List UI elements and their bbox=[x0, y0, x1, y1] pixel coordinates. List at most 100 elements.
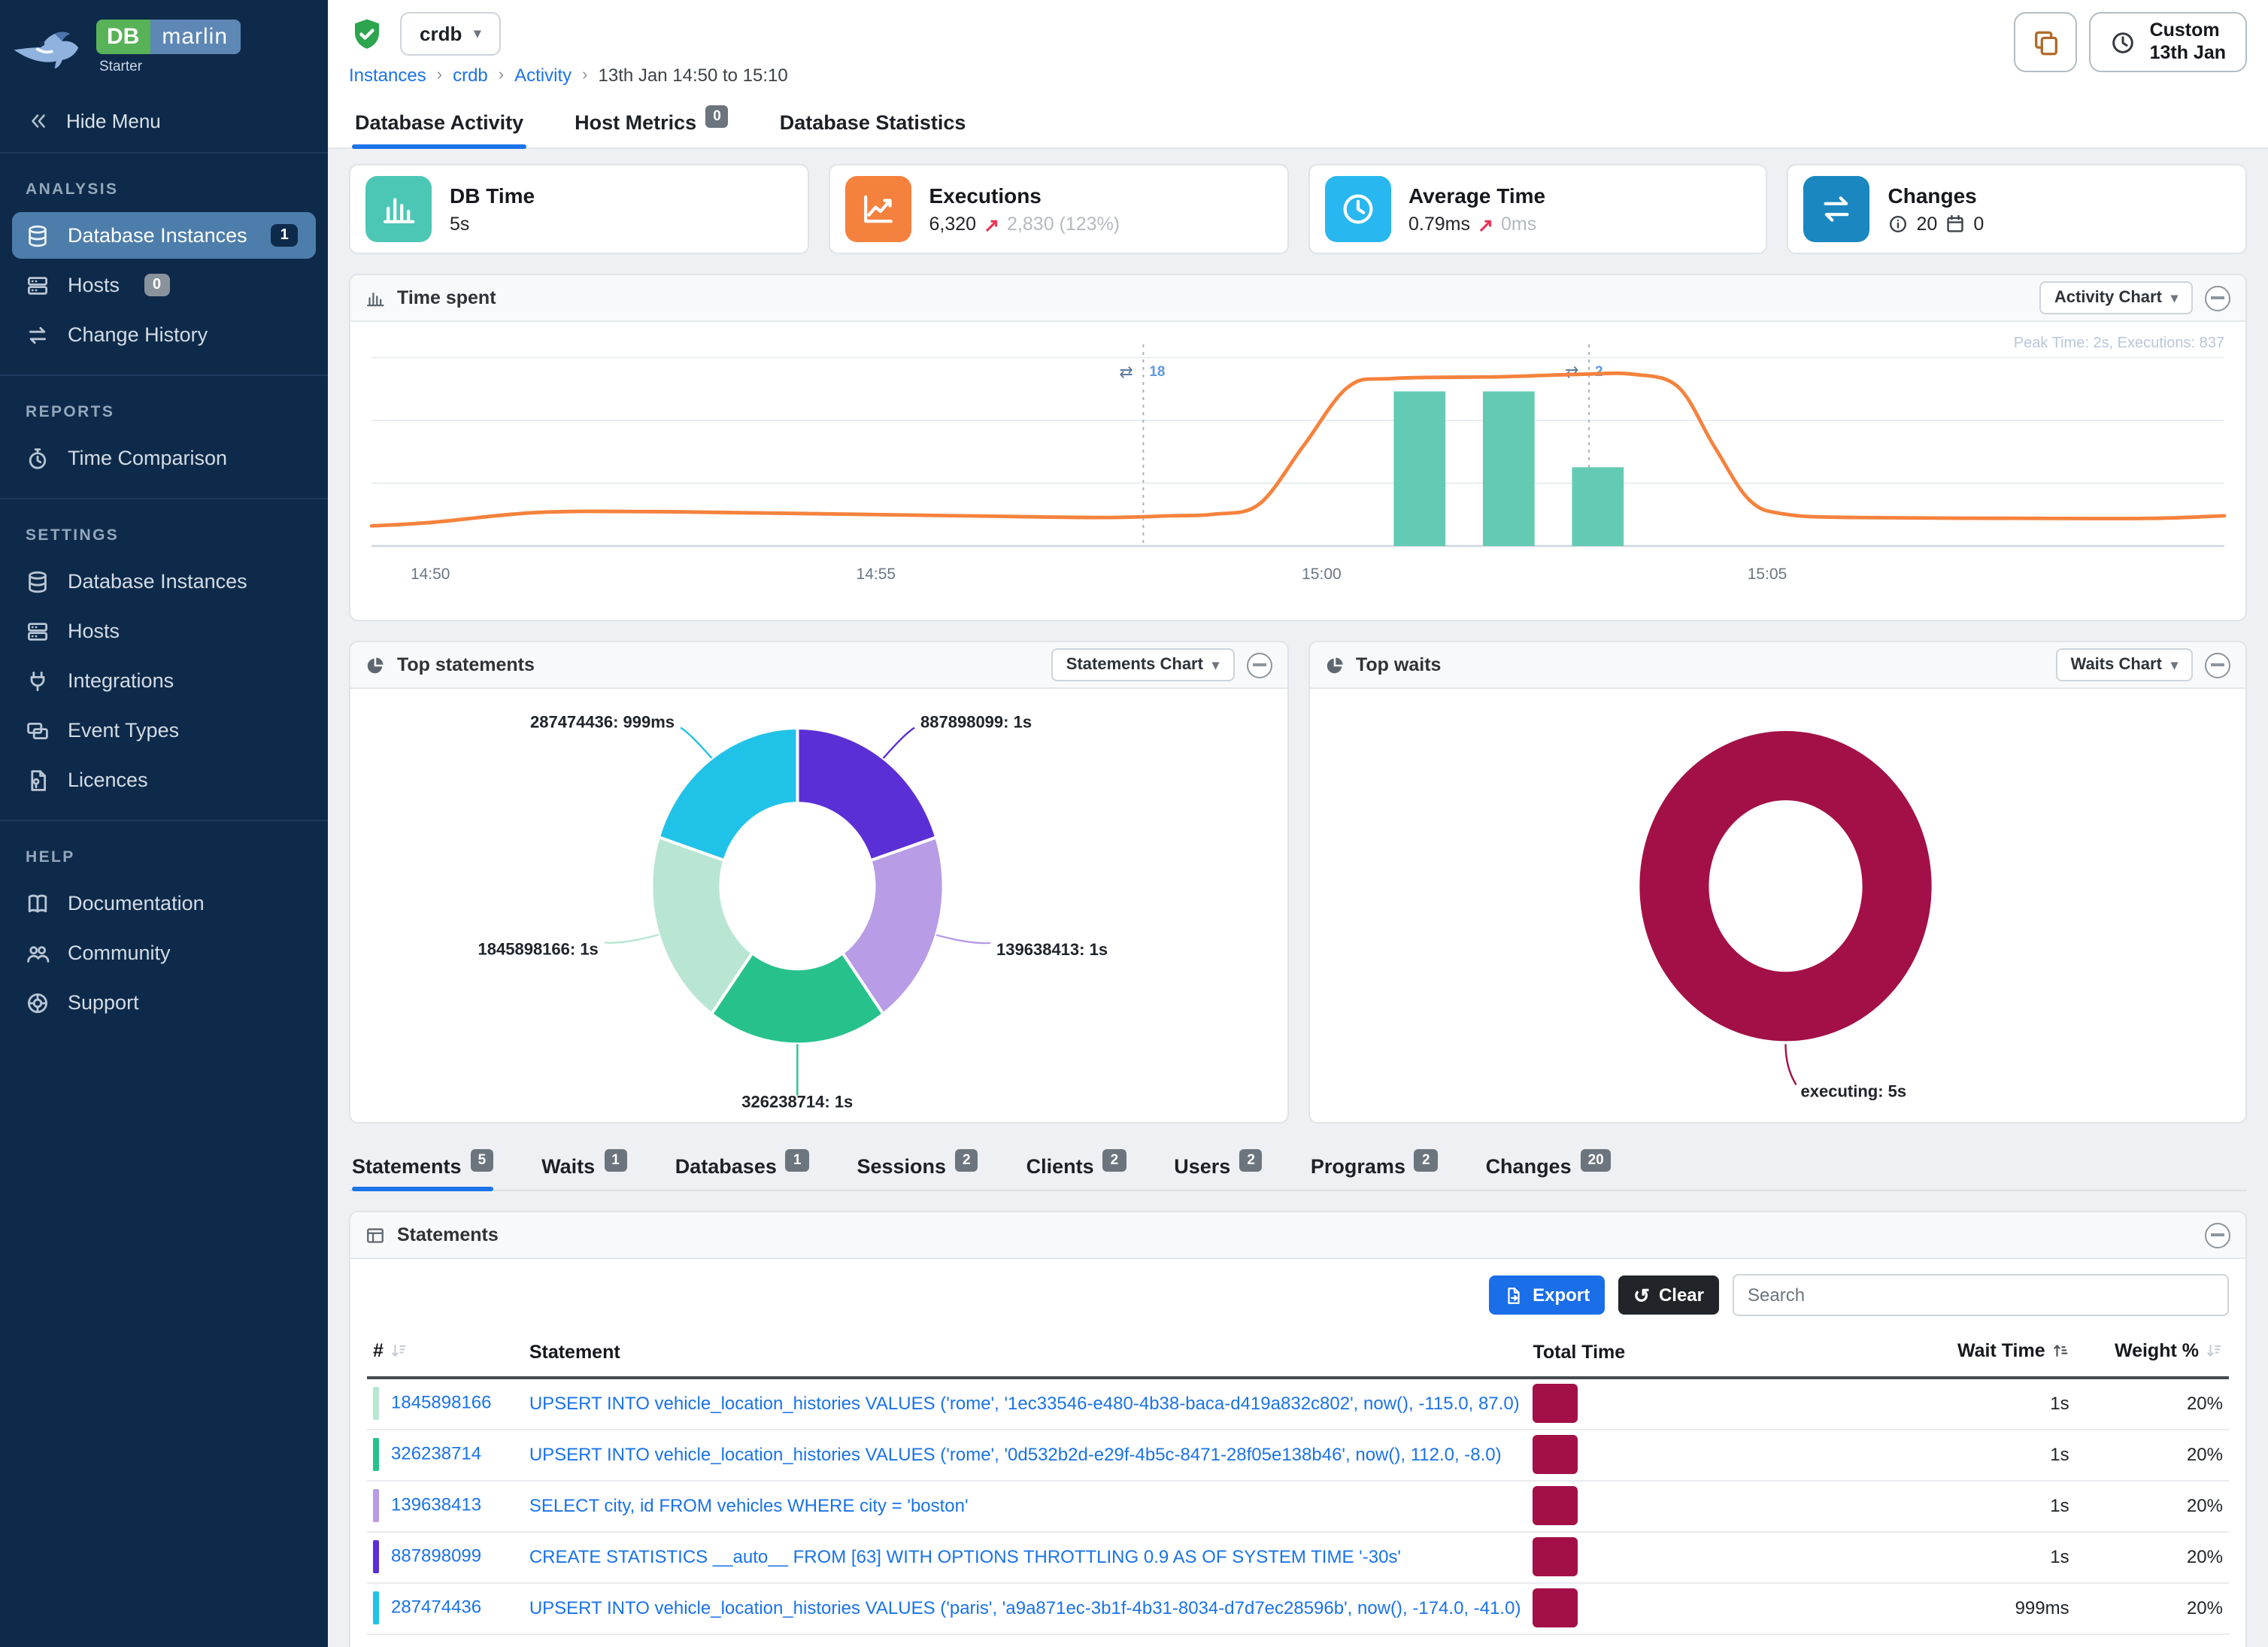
wait-time-value: 1s bbox=[1832, 1531, 2075, 1582]
statement-id-link[interactable]: 1845898166 bbox=[391, 1392, 492, 1413]
donut-label: 287474436: 999ms bbox=[530, 713, 675, 732]
statement-id-link[interactable]: 287474436 bbox=[391, 1596, 481, 1617]
server-icon bbox=[26, 273, 50, 297]
sidebar-item-licences[interactable]: Licences bbox=[12, 757, 316, 803]
panel-title: Statements bbox=[397, 1224, 499, 1245]
app-root: DB marlin Starter Hide Menu ANALYSISData… bbox=[0, 0, 2268, 1647]
donut-slice-887898099[interactable] bbox=[797, 728, 936, 860]
sidebar-item-integrations[interactable]: Integrations bbox=[12, 657, 316, 704]
sidebar-item-documentation[interactable]: Documentation bbox=[12, 880, 316, 927]
statement-id-link[interactable]: 139638413 bbox=[391, 1494, 481, 1515]
exchange-icon: ⇄ bbox=[1565, 362, 1578, 381]
instance-selector[interactable]: crdb ▾ bbox=[400, 12, 500, 56]
bar-chart-icon bbox=[365, 176, 432, 242]
tab-database-statistics[interactable]: Database Statistics bbox=[777, 96, 969, 147]
sidebar-item-community[interactable]: Community bbox=[12, 930, 316, 976]
breadcrumb-link-crdb[interactable]: crdb bbox=[453, 65, 488, 86]
executions-bar[interactable] bbox=[1483, 391, 1535, 546]
sidebar-item-time-comparison[interactable]: Time Comparison bbox=[12, 435, 316, 481]
server-icon bbox=[26, 619, 50, 643]
calendar-icon bbox=[1945, 214, 1966, 235]
collapse-panel-button[interactable] bbox=[2205, 1222, 2230, 1248]
hide-menu-button[interactable]: Hide Menu bbox=[0, 89, 328, 153]
metric-value: 0.79ms bbox=[1408, 214, 1470, 235]
bar-chart-icon bbox=[365, 288, 385, 308]
sidebar-item-hosts[interactable]: Hosts0 bbox=[12, 262, 316, 308]
detail-tab-waits[interactable]: Waits1 bbox=[541, 1146, 627, 1190]
total-time-bar bbox=[1533, 1385, 1578, 1424]
screens-icon bbox=[26, 718, 50, 742]
waits-chart-select[interactable]: Waits Chart ▾ bbox=[2056, 648, 2194, 681]
statement-text-link[interactable]: CREATE STATISTICS __auto__ FROM [63] WIT… bbox=[529, 1546, 1401, 1567]
detail-tab-users[interactable]: Users2 bbox=[1174, 1146, 1263, 1190]
sidebar-item-database-instances[interactable]: Database Instances1 bbox=[12, 212, 316, 259]
time-range-mode: Custom bbox=[2150, 20, 2220, 41]
wait-time-value: 1s bbox=[1832, 1378, 2075, 1429]
license-icon bbox=[26, 768, 50, 792]
caret-down-icon: ▾ bbox=[1212, 657, 1219, 673]
executions-bar[interactable] bbox=[1393, 391, 1445, 546]
collapse-panel-button[interactable] bbox=[2205, 652, 2230, 678]
count-badge: 2 bbox=[1239, 1149, 1263, 1172]
tab-host-metrics[interactable]: Host Metrics0 bbox=[572, 96, 732, 147]
book-icon bbox=[26, 891, 50, 915]
wait-time-value: 999ms bbox=[1832, 1582, 2075, 1633]
time-range-button[interactable]: Custom 13th Jan bbox=[2090, 12, 2247, 72]
statement-text-link[interactable]: UPSERT INTO vehicle_location_histories V… bbox=[529, 1394, 1520, 1415]
statement-id-link[interactable]: 326238714 bbox=[391, 1442, 481, 1463]
breadcrumb-separator: › bbox=[426, 66, 453, 84]
sidebar-section-reports: REPORTSTime Comparison bbox=[0, 375, 328, 498]
statement-id-link[interactable]: 887898099 bbox=[391, 1545, 481, 1566]
clear-button[interactable]: ↺ Clear bbox=[1618, 1275, 1719, 1315]
count-badge: 0 bbox=[144, 274, 170, 296]
column-header-weight[interactable]: Weight % bbox=[2075, 1331, 2229, 1378]
peak-note: Peak Time: 2s, Executions: 837 bbox=[2014, 335, 2224, 351]
detail-tab-programs[interactable]: Programs2 bbox=[1311, 1146, 1438, 1190]
metric-title: Average Time bbox=[1408, 183, 1545, 207]
statement-color-chip bbox=[373, 1438, 379, 1471]
count-badge: 5 bbox=[471, 1149, 494, 1172]
sidebar-item-change-history[interactable]: Change History bbox=[12, 311, 316, 358]
column-header-[interactable]: # bbox=[367, 1331, 523, 1378]
exchange-icon bbox=[1819, 191, 1855, 227]
breadcrumb: Instances›crdb›Activity›13th Jan 14:50 t… bbox=[349, 65, 2247, 86]
time-spent-chart-svg: ⇄18⇄2Peak Time: 2s, Executions: 83714:50… bbox=[362, 326, 2233, 612]
sidebar-item-database-instances[interactable]: Database Instances bbox=[12, 558, 316, 605]
statements-chart-select[interactable]: Statements Chart ▾ bbox=[1051, 648, 1234, 681]
copy-time-range-button[interactable] bbox=[2015, 12, 2078, 72]
collapse-panel-button[interactable] bbox=[1246, 652, 1272, 678]
sidebar-item-support[interactable]: Support bbox=[12, 979, 316, 1026]
total-time-bar bbox=[1533, 1486, 1578, 1525]
detail-tab-databases[interactable]: Databases1 bbox=[675, 1146, 809, 1190]
breadcrumb-separator: › bbox=[488, 66, 514, 84]
detail-tab-sessions[interactable]: Sessions2 bbox=[857, 1146, 978, 1190]
panel-title: Time spent bbox=[397, 287, 496, 308]
undo-icon: ↺ bbox=[1633, 1285, 1650, 1305]
column-header-wait-time[interactable]: Wait Time bbox=[1832, 1331, 2075, 1378]
logo-edition: Starter bbox=[96, 59, 240, 75]
statement-text-link[interactable]: UPSERT INTO vehicle_location_histories V… bbox=[529, 1597, 1521, 1618]
detail-tab-clients[interactable]: Clients2 bbox=[1026, 1146, 1126, 1190]
donut-slice-287474436[interactable] bbox=[659, 728, 798, 860]
activity-chart-select[interactable]: Activity Chart ▾ bbox=[2039, 281, 2193, 314]
count-badge: 20 bbox=[1581, 1149, 1612, 1172]
line-chart-icon bbox=[845, 176, 911, 242]
bar-chart-icon bbox=[381, 191, 417, 227]
detail-tab-statements[interactable]: Statements5 bbox=[352, 1146, 493, 1190]
search-input[interactable] bbox=[1733, 1274, 2229, 1316]
tab-database-activity[interactable]: Database Activity bbox=[352, 96, 526, 147]
statement-text-link[interactable]: UPSERT INTO vehicle_location_histories V… bbox=[529, 1444, 1502, 1465]
breadcrumb-link-instances[interactable]: Instances bbox=[349, 65, 426, 86]
breadcrumb-link-activity[interactable]: Activity bbox=[514, 65, 572, 86]
export-button[interactable]: Export bbox=[1489, 1275, 1605, 1315]
sidebar-item-event-types[interactable]: Event Types bbox=[12, 707, 316, 754]
executions-bar[interactable] bbox=[1572, 467, 1624, 546]
statements-donut-chart: 887898099: 1s139638413: 1s326238714: 1s1… bbox=[350, 689, 1287, 1122]
donut-slice-executing[interactable] bbox=[1673, 766, 1896, 1006]
collapse-panel-button[interactable] bbox=[2205, 285, 2230, 311]
detail-tab-changes[interactable]: Changes20 bbox=[1486, 1146, 1612, 1190]
sidebar-item-hosts[interactable]: Hosts bbox=[12, 608, 316, 654]
column-header-statement: Statement bbox=[523, 1331, 1527, 1378]
metric-card-average-time: Average Time0.79ms↗0ms bbox=[1308, 164, 1768, 254]
statement-text-link[interactable]: SELECT city, id FROM vehicles WHERE city… bbox=[529, 1495, 969, 1516]
